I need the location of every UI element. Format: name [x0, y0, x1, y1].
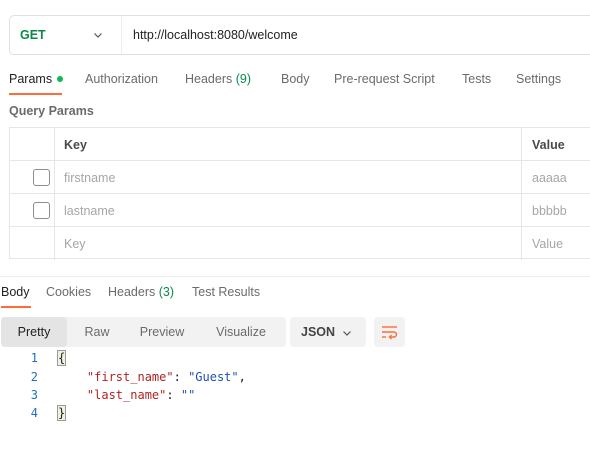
params-indicator-dot — [57, 75, 64, 82]
tab-params-underline — [9, 93, 62, 95]
table-row: lastname bbbbb — [10, 194, 590, 227]
column-divider — [521, 227, 522, 260]
check-cell — [10, 227, 55, 260]
param-key[interactable]: firstname — [64, 171, 115, 185]
check-cell — [10, 161, 55, 193]
tab-headers-count: (9) — [235, 72, 252, 86]
raw-button[interactable]: Raw — [67, 317, 127, 347]
line-number: 2 — [30, 370, 38, 384]
new-key-input[interactable]: Key — [64, 237, 86, 251]
line-number: 1 — [30, 351, 38, 365]
table-row-empty: Key Value — [10, 227, 590, 260]
query-params-title: Query Params — [9, 104, 94, 118]
preview-button[interactable]: Preview — [127, 317, 197, 347]
tab-response-headers-count: (3) — [158, 285, 175, 299]
request-bar: GET http://localhost:8080/welcome — [9, 15, 590, 55]
column-divider — [521, 128, 522, 160]
visualize-button[interactable]: Visualize — [197, 317, 285, 347]
tab-authorization[interactable]: Authorization — [85, 72, 158, 86]
json-value: "Guest" — [188, 370, 239, 384]
json-comma: , — [238, 370, 246, 384]
column-header-value: Value — [532, 138, 565, 152]
tab-tests[interactable]: Tests — [462, 72, 491, 86]
tab-response-body-underline — [1, 306, 31, 308]
method-label: GET — [20, 28, 46, 42]
code-line: 4 } — [0, 405, 590, 424]
tab-response-headers[interactable]: Headers (3) — [108, 285, 174, 299]
param-value[interactable]: aaaaa — [532, 171, 567, 185]
tab-body[interactable]: Body — [281, 72, 310, 86]
tab-headers-label: Headers — [185, 72, 233, 86]
code-text: } — [56, 405, 67, 421]
new-value-input[interactable]: Value — [532, 237, 563, 251]
code-line: 1 { — [0, 350, 590, 369]
column-divider — [521, 194, 522, 226]
chevron-down-icon — [343, 331, 351, 336]
tab-test-results[interactable]: Test Results — [192, 285, 260, 299]
pane-divider[interactable] — [0, 276, 590, 277]
code-text: "first_name": "Guest", — [86, 370, 246, 384]
header-check-cell — [10, 128, 55, 160]
code-line: 3 "last_name": "" — [0, 388, 590, 406]
tab-params-label: Params — [9, 72, 53, 86]
tab-settings[interactable]: Settings — [516, 72, 561, 86]
table-row: firstname aaaaa — [10, 161, 590, 194]
view-mode-group: Pretty Raw Preview Visualize — [1, 317, 286, 347]
code-text: { — [56, 350, 67, 366]
tab-params[interactable]: Params — [9, 72, 64, 86]
wrap-lines-button[interactable] — [374, 317, 405, 347]
close-brace: } — [56, 405, 67, 421]
json-value: "" — [180, 388, 196, 402]
pretty-button[interactable]: Pretty — [1, 317, 67, 347]
check-cell — [10, 194, 55, 226]
json-key: "first_name" — [86, 370, 174, 384]
param-value[interactable]: bbbbb — [532, 204, 567, 218]
table-header-row: Key Value — [10, 128, 590, 161]
wrap-lines-icon — [382, 326, 398, 340]
param-key[interactable]: lastname — [64, 204, 115, 218]
url-input[interactable]: http://localhost:8080/welcome — [133, 28, 298, 42]
open-brace: { — [56, 350, 67, 366]
row-checkbox[interactable] — [33, 169, 50, 186]
code-line: 2 "first_name": "Guest", — [0, 370, 590, 388]
format-select[interactable]: JSON — [290, 317, 366, 347]
query-params-table: Key Value firstname aaaaa lastname bbbbb… — [9, 127, 590, 260]
column-divider — [521, 161, 522, 193]
tab-response-headers-label: Headers — [108, 285, 156, 299]
row-checkbox[interactable] — [33, 202, 50, 219]
chevron-down-icon — [94, 33, 102, 38]
column-header-key: Key — [64, 138, 87, 152]
tab-pre-request-script[interactable]: Pre-request Script — [334, 72, 435, 86]
method-select[interactable]: GET — [10, 16, 122, 54]
line-number: 4 — [30, 406, 38, 420]
tab-response-body[interactable]: Body — [1, 285, 30, 299]
code-text: "last_name": "" — [86, 388, 196, 402]
line-number: 3 — [30, 388, 38, 402]
tab-headers[interactable]: Headers (9) — [185, 72, 251, 86]
format-label: JSON — [301, 325, 336, 339]
tab-cookies[interactable]: Cookies — [46, 285, 91, 299]
json-key: "last_name" — [86, 388, 167, 402]
